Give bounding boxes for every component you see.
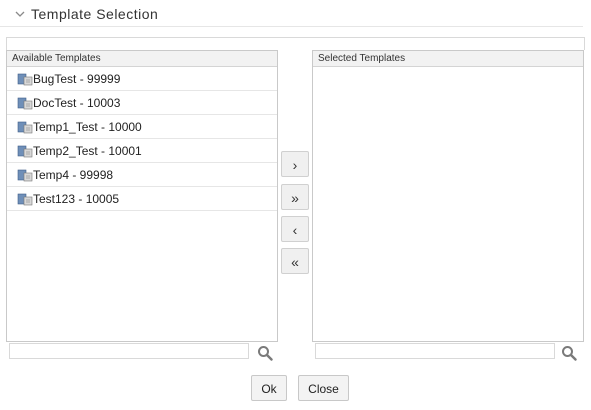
template-icon xyxy=(17,169,33,182)
selected-templates-panel: Selected Templates xyxy=(312,50,584,342)
list-item[interactable]: DocTest - 10003 xyxy=(7,91,277,115)
list-item-label: BugTest - 99999 xyxy=(33,72,121,86)
close-button[interactable]: Close xyxy=(298,375,349,401)
template-icon xyxy=(17,193,33,206)
panel-top-bar xyxy=(6,37,585,50)
list-item-label: DocTest - 10003 xyxy=(33,96,121,110)
template-icon xyxy=(17,121,33,134)
list-item[interactable]: Temp2_Test - 10001 xyxy=(7,139,277,163)
template-icon xyxy=(17,73,33,86)
move-all-right-button[interactable]: » xyxy=(281,184,309,210)
section-title: Template Selection xyxy=(31,6,159,22)
move-left-button[interactable]: ‹ xyxy=(281,216,309,242)
section-header[interactable]: Template Selection xyxy=(0,0,583,27)
move-right-button[interactable]: › xyxy=(281,151,309,177)
list-item[interactable]: BugTest - 99999 xyxy=(7,67,277,91)
selected-search-input[interactable] xyxy=(315,343,555,359)
move-all-left-button[interactable]: « xyxy=(281,248,309,274)
template-icon xyxy=(17,97,33,110)
template-icon xyxy=(17,145,33,158)
list-item-label: Temp4 - 99998 xyxy=(33,168,114,182)
available-templates-header: Available Templates xyxy=(7,51,277,67)
available-templates-panel: Available Templates BugTest - 99999 DocT… xyxy=(6,50,278,342)
list-item[interactable]: Temp1_Test - 10000 xyxy=(7,115,277,139)
list-item-label: Test123 - 10005 xyxy=(33,192,120,206)
list-item-label: Temp1_Test - 10000 xyxy=(33,120,142,134)
selected-templates-header: Selected Templates xyxy=(313,51,583,67)
search-icon[interactable] xyxy=(561,345,577,361)
available-search-input[interactable] xyxy=(9,343,249,359)
list-item-label: Temp2_Test - 10001 xyxy=(33,144,142,158)
list-item[interactable]: Test123 - 10005 xyxy=(7,187,277,211)
chevron-down-icon[interactable] xyxy=(14,8,26,20)
ok-button[interactable]: Ok xyxy=(251,375,287,401)
search-icon[interactable] xyxy=(257,345,273,361)
list-item[interactable]: Temp4 - 99998 xyxy=(7,163,277,187)
